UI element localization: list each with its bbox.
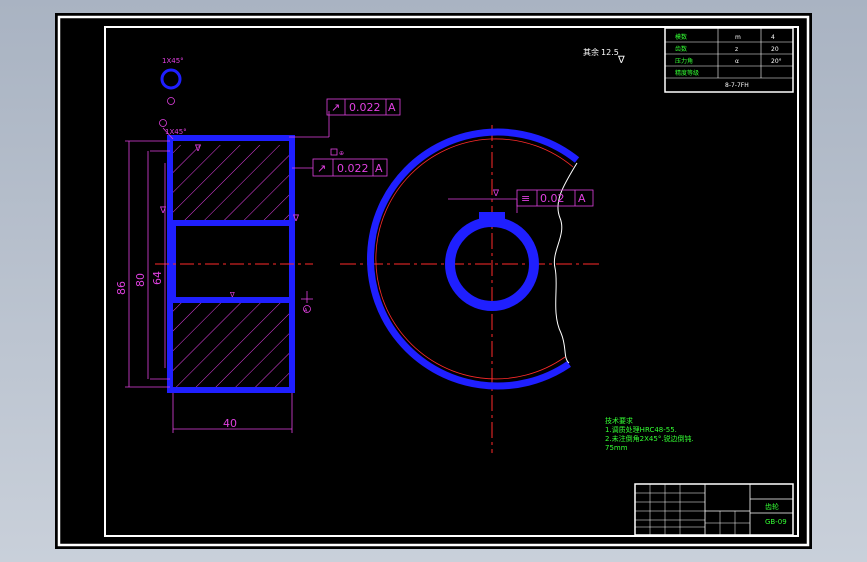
svg-text:α: α: [735, 58, 739, 65]
svg-text:模数: 模数: [675, 33, 687, 41]
svg-text:z: z: [735, 46, 738, 53]
technical-notes: 技术要求 1.调质处理HRC48-55. 2.未注倒角2X45°.锐边倒钝. 7…: [605, 416, 694, 452]
roughness-value: 12.5: [601, 48, 619, 57]
svg-text:2.未注倒角2X45°.锐边倒钝.: 2.未注倒角2X45°.锐边倒钝.: [605, 434, 694, 443]
svg-text:⊕: ⊕: [339, 150, 344, 157]
roughness-mark-right: ∇: [292, 214, 300, 224]
svg-text:75mm: 75mm: [605, 444, 628, 452]
svg-text:1X45°: 1X45°: [165, 128, 187, 136]
dim-mid: 80: [134, 273, 147, 287]
svg-text:1.调质处理HRC48-55.: 1.调质处理HRC48-55.: [605, 425, 677, 434]
title-block: 齿轮 GB-09: [634, 483, 794, 536]
svg-text:A: A: [388, 101, 396, 114]
svg-text:∇: ∇: [492, 189, 500, 199]
svg-text:0.022: 0.022: [349, 101, 381, 114]
svg-text:≡: ≡: [521, 192, 530, 205]
bore-outline: [170, 220, 295, 303]
svg-text:压力角: 压力角: [675, 57, 693, 65]
drawing-canvas[interactable]: 86 80 64 40 1X45° 1X45° A ∇ ∇ ∇ ∇ ↗ 0.02…: [55, 13, 812, 549]
svg-text:m: m: [735, 34, 741, 41]
gear-parameter-table: 模数 m 4 齿数 z 20 压力角 α 20° 精度等级 8-7-7FH: [664, 27, 794, 93]
svg-text:20: 20: [771, 46, 779, 53]
roughness-mark-left: ∇: [159, 206, 167, 216]
dim-outer: 86: [115, 281, 128, 295]
tolerance-frame-mid: ↗ 0.022 A ⊕: [292, 148, 388, 177]
hatch-upper: [173, 145, 292, 223]
keyway: [479, 212, 505, 224]
svg-text:齿数: 齿数: [675, 45, 687, 53]
svg-text:A: A: [578, 192, 586, 205]
svg-text:A: A: [375, 162, 383, 175]
svg-text:0.02: 0.02: [540, 192, 565, 205]
roughness-symbol: ∇: [617, 55, 625, 66]
svg-text:↗: ↗: [331, 101, 340, 114]
roughness-mark-bore: ∇: [229, 291, 235, 299]
datum-a-marker: A: [301, 291, 313, 314]
hatch-lower: [173, 300, 292, 388]
svg-text:A: A: [304, 308, 308, 314]
tolerance-frame-key: ≡ 0.02 A ∇: [448, 189, 594, 213]
gear-outer-rim: [367, 128, 580, 390]
svg-text:技术要求: 技术要求: [605, 416, 633, 425]
svg-text:齿轮: 齿轮: [765, 502, 779, 511]
svg-text:↗: ↗: [317, 162, 326, 175]
svg-text:8-7-7FH: 8-7-7FH: [725, 82, 749, 89]
roughness-mark-top: ∇: [194, 144, 202, 154]
svg-text:4: 4: [771, 34, 775, 41]
tolerance-frame-top: ↗ 0.022 A: [289, 98, 401, 138]
roughness-note: 其余: [583, 47, 599, 57]
svg-text:1X45°: 1X45°: [162, 57, 184, 65]
svg-text:20°: 20°: [771, 58, 782, 65]
dim-inner: 64: [151, 271, 164, 285]
dim-width: 40: [223, 417, 237, 430]
svg-text:精度等级: 精度等级: [675, 69, 699, 77]
svg-text:0.022: 0.022: [337, 162, 369, 175]
chamfer-top-callout: 1X45°: [160, 57, 184, 105]
svg-text:GB-09: GB-09: [765, 518, 787, 526]
cad-viewport[interactable]: 86 80 64 40 1X45° 1X45° A ∇ ∇ ∇ ∇ ↗ 0.02…: [55, 13, 812, 549]
